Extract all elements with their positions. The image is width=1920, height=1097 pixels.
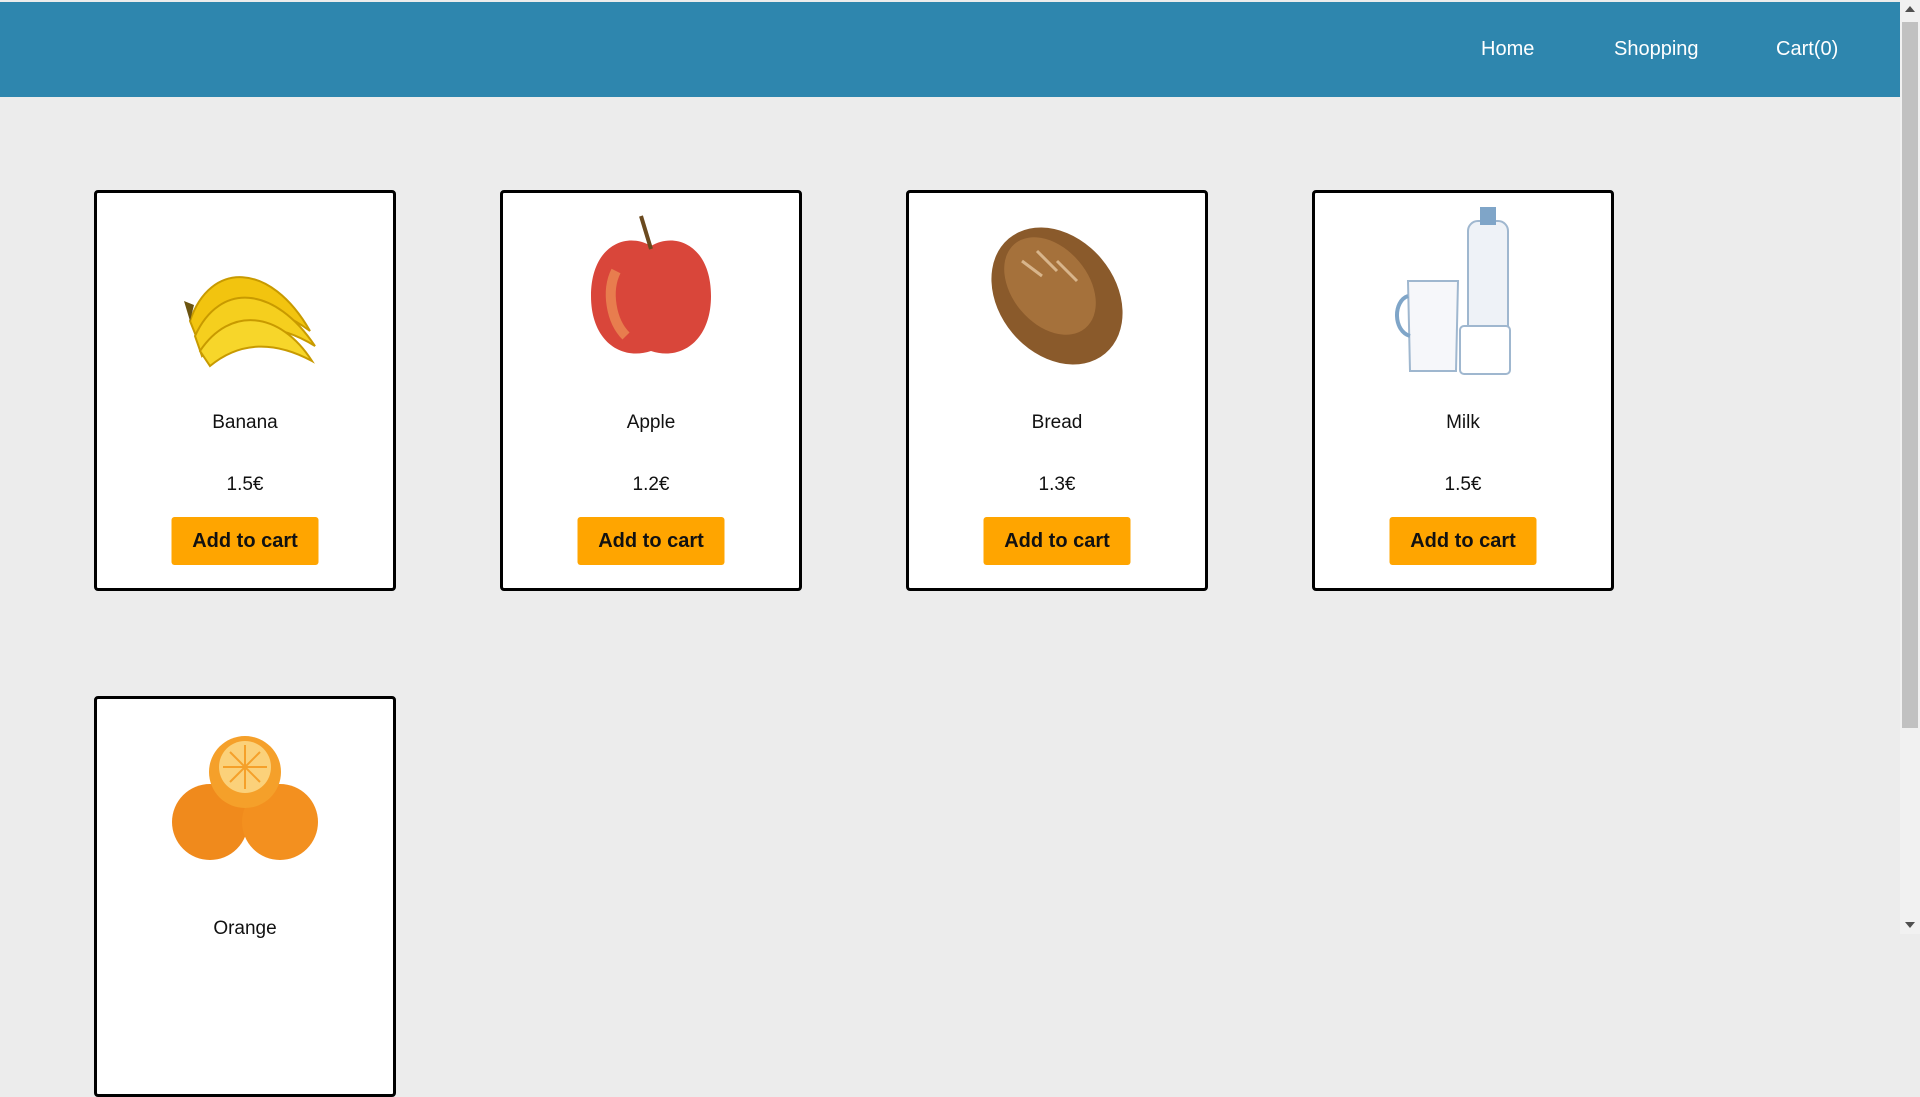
scroll-down-icon[interactable]: [1905, 922, 1915, 928]
scroll-thumb[interactable]: [1902, 22, 1918, 728]
product-card-banana: Banana 1.5€ Add to cart: [94, 190, 396, 591]
banana-image: [150, 201, 340, 391]
product-price: 1.5€: [1444, 474, 1482, 495]
add-to-cart-button[interactable]: Add to cart: [171, 517, 319, 565]
add-to-cart-button[interactable]: Add to cart: [983, 517, 1131, 565]
product-name: Milk: [1446, 412, 1480, 433]
product-card-apple: Apple 1.2€ Add to cart: [500, 190, 802, 591]
vertical-scrollbar[interactable]: [1900, 0, 1920, 934]
product-price: 1.5€: [226, 474, 264, 495]
top-navbar: Home Shopping Cart(0): [0, 2, 1900, 97]
nav-home-link[interactable]: Home: [1481, 2, 1534, 97]
bread-image: [962, 201, 1152, 391]
product-card-bread: Bread 1.3€ Add to cart: [906, 190, 1208, 591]
product-card-milk: Milk 1.5€ Add to cart: [1312, 190, 1614, 591]
add-to-cart-button[interactable]: Add to cart: [577, 517, 725, 565]
scroll-up-icon[interactable]: [1905, 6, 1915, 12]
product-name: Orange: [213, 918, 277, 939]
nav-cart-link[interactable]: Cart(0): [1776, 2, 1838, 97]
product-price: 1.3€: [1038, 474, 1076, 495]
milk-image: [1368, 201, 1558, 391]
product-name: Banana: [212, 412, 278, 433]
product-price: 1.2€: [632, 474, 670, 495]
orange-image: [150, 707, 340, 897]
add-to-cart-button[interactable]: Add to cart: [1389, 517, 1537, 565]
product-name: Apple: [626, 412, 676, 433]
apple-image: [556, 201, 746, 391]
product-name: Bread: [1031, 412, 1083, 433]
product-card-orange: Orange: [94, 696, 396, 1097]
nav-shopping-link[interactable]: Shopping: [1614, 2, 1699, 97]
